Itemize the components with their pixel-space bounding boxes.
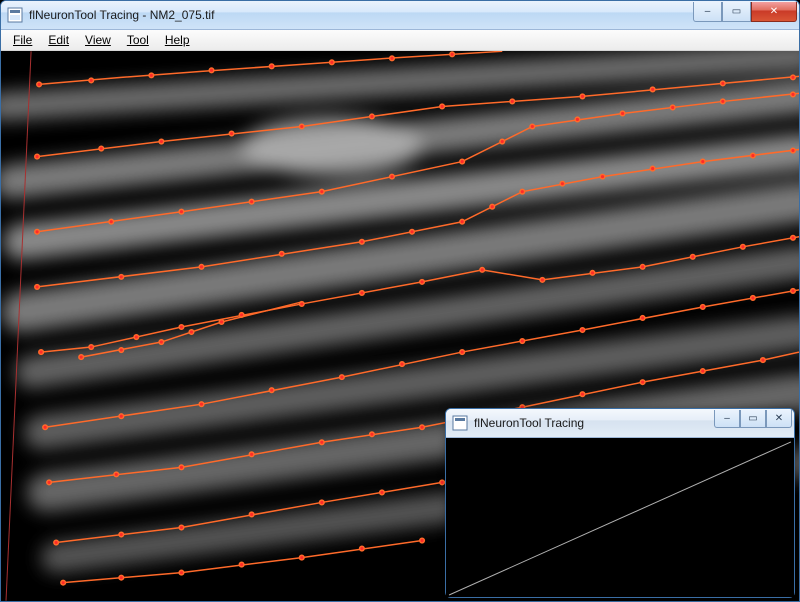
minimize-button[interactable]: – xyxy=(693,2,722,22)
sub-titlebar[interactable]: flNeuronTool Tracing – ▭ ✕ xyxy=(446,409,794,438)
menu-help[interactable]: Help xyxy=(157,31,198,49)
titlebar[interactable]: flNeuronTool Tracing - NM2_075.tif – ▭ ✕ xyxy=(1,1,799,30)
sub-window-controls: – ▭ ✕ xyxy=(714,410,792,430)
window-controls: – ▭ ✕ xyxy=(693,2,797,22)
sub-maximize-button[interactable]: ▭ xyxy=(740,410,766,428)
sub-close-button[interactable]: ✕ xyxy=(766,410,792,428)
menu-view-label: View xyxy=(85,33,111,47)
menu-edit[interactable]: Edit xyxy=(40,31,77,49)
menu-view[interactable]: View xyxy=(77,31,119,49)
menubar: File Edit View Tool Help xyxy=(1,30,799,51)
sub-window[interactable]: flNeuronTool Tracing – ▭ ✕ xyxy=(445,408,795,598)
menu-tool-label: Tool xyxy=(127,33,149,47)
window-title: flNeuronTool Tracing - NM2_075.tif xyxy=(29,8,687,22)
sub-canvas[interactable] xyxy=(446,438,794,597)
menu-edit-label: Edit xyxy=(48,33,69,47)
menu-help-label: Help xyxy=(165,33,190,47)
sub-window-title: flNeuronTool Tracing xyxy=(474,416,708,430)
sub-plot xyxy=(446,438,794,597)
menu-tool[interactable]: Tool xyxy=(119,31,157,49)
menu-file-label: File xyxy=(13,33,32,47)
maximize-button[interactable]: ▭ xyxy=(722,2,751,22)
app-icon xyxy=(7,7,23,23)
app-icon xyxy=(452,415,468,431)
sub-minimize-button[interactable]: – xyxy=(714,410,740,428)
menu-file[interactable]: File xyxy=(5,31,40,49)
close-button[interactable]: ✕ xyxy=(751,2,797,22)
